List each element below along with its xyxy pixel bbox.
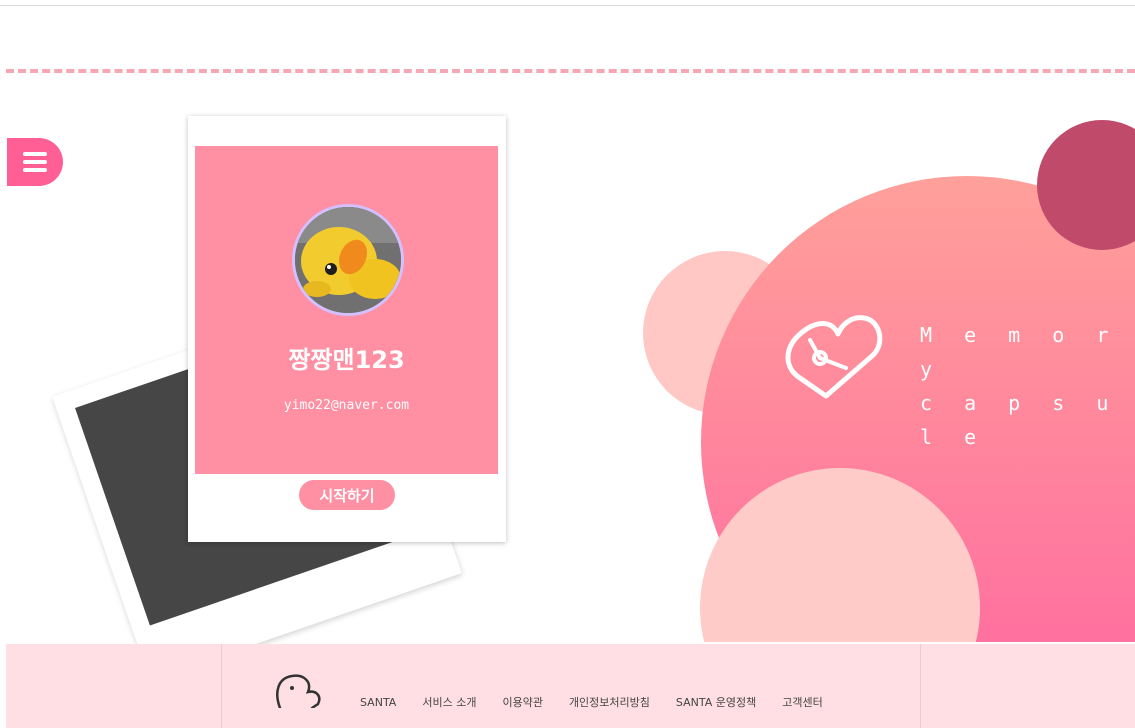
brand-title-line1: M e m o r y [920,323,1119,381]
duck-plush-photo [295,207,401,313]
profile-email: yimo22@naver.com [283,398,410,413]
profile-card: 짱짱맨123 yimo22@naver.com 시작하기 [188,116,506,542]
footer-link-terms[interactable]: 이용약관 [502,696,542,709]
brand-title: M e m o r y c a p s u l e [920,318,1135,454]
dashed-divider [6,69,1135,73]
footer-link-service-intro[interactable]: 서비스 소개 [422,696,476,709]
top-divider [0,5,1135,6]
profile-username: 짱짱맨123 [288,346,405,374]
profile-card-body: 짱짱맨123 yimo22@naver.com [195,146,498,474]
brand-title-line2: c a p s u l e [920,391,1119,449]
start-button[interactable]: 시작하기 [299,480,395,510]
footer-link-privacy[interactable]: 개인정보처리방침 [569,696,650,709]
avatar [292,204,404,316]
footer-nav: SANTA 서비스 소개 이용약관 개인정보처리방침 SANTA 운영정책 고객센터 [360,691,849,710]
heart-clock-logo-icon [780,310,890,406]
footer-link-policy[interactable]: SANTA 운영정책 [676,696,756,709]
duck-logo-icon [272,668,328,712]
footer-divider-left [221,644,222,728]
footer-divider-right [920,644,921,728]
footer-link-santa[interactable]: SANTA [360,696,396,709]
hamburger-menu-button[interactable] [7,138,63,186]
footer-link-support[interactable]: 고객센터 [782,696,822,709]
footer: SANTA 서비스 소개 이용약관 개인정보처리방침 SANTA 운영정책 고객센터 [6,644,1135,728]
